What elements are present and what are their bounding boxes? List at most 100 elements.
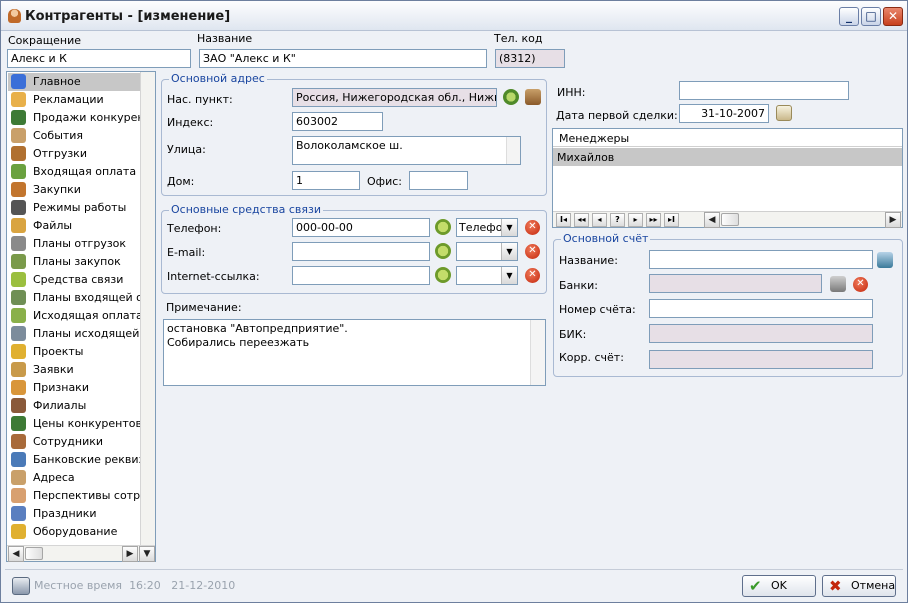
status-divider — [5, 569, 903, 570]
note-label: Примечание: — [166, 301, 242, 314]
phone-handset-icon[interactable] — [435, 219, 451, 235]
bank-building-icon[interactable] — [830, 276, 846, 292]
calendar-icon[interactable] — [776, 105, 792, 121]
phone-input[interactable]: 000-00-00 — [292, 218, 430, 237]
scroll-right-button[interactable]: ▶ — [122, 546, 138, 562]
grid-nav-button[interactable]: ▸ — [628, 213, 643, 227]
section-list-vscroll[interactable] — [140, 72, 155, 545]
section-item[interactable]: Входящая оплата — [8, 163, 141, 181]
name-input[interactable]: ЗАО "Алекс и К" — [199, 49, 487, 68]
chevron-down-icon[interactable]: ▼ — [501, 267, 517, 284]
cancel-button[interactable]: ✖ Отмена — [822, 575, 896, 597]
grid-nav-button[interactable]: ◂ — [592, 213, 607, 227]
section-label: События — [33, 129, 84, 142]
minimize-button[interactable]: _ — [839, 7, 859, 26]
house-input[interactable]: 1 — [292, 171, 360, 190]
section-item[interactable]: Признаки — [8, 379, 141, 397]
chevron-down-icon[interactable]: ▼ — [501, 243, 517, 260]
section-item[interactable]: Заявки — [8, 361, 141, 379]
first-deal-date-input[interactable]: 31-10-2007 — [679, 104, 769, 123]
section-item[interactable]: Банковские реквизиты — [8, 451, 141, 469]
phone-label: Телефон: — [167, 222, 222, 235]
short-name-label: Сокращение — [8, 34, 82, 47]
section-icon — [11, 74, 26, 89]
section-item[interactable]: События — [8, 127, 141, 145]
section-item[interactable]: Сотрудники — [8, 433, 141, 451]
delete-web-icon[interactable]: ✕ — [525, 268, 540, 283]
section-item[interactable]: Проекты — [8, 343, 141, 361]
section-item[interactable]: Средства связи — [8, 271, 141, 289]
grid-nav-button[interactable]: ◂◂ — [574, 213, 589, 227]
managers-grid[interactable]: Менеджеры Михайлов ◀ ▶ I◂ ◂◂ ◂? ▸ ▸▸ ▸I — [552, 128, 903, 228]
section-item[interactable]: Файлы — [8, 217, 141, 235]
section-item[interactable]: Рекламации — [8, 91, 141, 109]
section-item[interactable]: Главное — [8, 73, 141, 91]
banks-input[interactable] — [649, 274, 822, 293]
grid-scroll-left-button[interactable]: ◀ — [704, 212, 720, 228]
section-item[interactable]: Продажи конкурентов — [8, 109, 141, 127]
hscroll-thumb[interactable] — [25, 547, 43, 560]
phone-code-input[interactable]: (8312) — [495, 49, 565, 68]
section-item[interactable]: Планы исходящей оплаты — [8, 325, 141, 343]
email-type-select[interactable]: ▼ — [456, 242, 518, 261]
grid-nav-button[interactable]: ▸▸ — [646, 213, 661, 227]
grid-nav-button[interactable]: ? — [610, 213, 625, 227]
section-list-hscroll[interactable]: ◀ ▶ ▼ — [7, 545, 155, 562]
account-number-input[interactable] — [649, 299, 873, 318]
grid-nav-button[interactable]: ▸I — [664, 213, 679, 227]
phone-type-select[interactable]: Телефон ▼ — [456, 218, 518, 237]
section-item[interactable]: Режимы работы — [8, 199, 141, 217]
index-input[interactable]: 603002 — [292, 112, 383, 131]
ok-button[interactable]: ✔ OK — [742, 575, 816, 597]
web-type-select[interactable]: ▼ — [456, 266, 518, 285]
scroll-left-button[interactable]: ◀ — [8, 546, 24, 562]
note-textarea[interactable]: остановка "Автопредприятие". Собирались … — [163, 319, 546, 386]
app-person-icon — [8, 9, 21, 23]
corr-account-input[interactable] — [649, 350, 873, 369]
delete-bank-icon[interactable]: ✕ — [853, 277, 868, 292]
title-bar[interactable]: Контрагенты - [изменение] _ □ ✕ — [1, 1, 907, 31]
scroll-down-button[interactable]: ▼ — [139, 546, 155, 562]
delete-email-icon[interactable]: ✕ — [525, 244, 540, 259]
bank-lookup-icon[interactable] — [877, 252, 893, 268]
section-item[interactable]: Праздники — [8, 505, 141, 523]
street-input[interactable]: Волоколамское ш. — [292, 136, 521, 165]
account-name-input[interactable] — [649, 250, 873, 269]
chevron-down-icon[interactable]: ▼ — [501, 219, 517, 236]
locality-input[interactable]: Россия, Нижегородская обл., Нижний — [292, 88, 497, 107]
close-button[interactable]: ✕ — [883, 7, 903, 26]
house-icon[interactable] — [525, 89, 541, 105]
section-item[interactable]: Отгрузки — [8, 145, 141, 163]
web-handset-icon[interactable] — [435, 267, 451, 283]
street-scroll[interactable] — [506, 137, 520, 164]
section-item[interactable]: Планы закупок — [8, 253, 141, 271]
calendar-status-icon[interactable] — [12, 577, 30, 595]
note-scroll[interactable] — [530, 320, 545, 385]
delete-phone-icon[interactable]: ✕ — [525, 220, 540, 235]
section-item[interactable]: Исходящая оплата — [8, 307, 141, 325]
inn-input[interactable] — [679, 81, 849, 100]
section-item[interactable]: Цены конкурентов — [8, 415, 141, 433]
web-link-input[interactable] — [292, 266, 430, 285]
section-item[interactable]: Перспективы сотрудничества — [8, 487, 141, 505]
managers-header[interactable]: Менеджеры — [553, 129, 902, 147]
section-item[interactable]: Филиалы — [8, 397, 141, 415]
email-input[interactable] — [292, 242, 430, 261]
banks-label: Банки: — [559, 279, 598, 292]
section-icon — [11, 272, 26, 287]
refresh-locality-icon[interactable] — [503, 89, 519, 105]
grid-scroll-right-button[interactable]: ▶ — [885, 212, 901, 228]
section-item[interactable]: Закупки — [8, 181, 141, 199]
email-handset-icon[interactable] — [435, 243, 451, 259]
office-input[interactable] — [409, 171, 468, 190]
grid-nav-button[interactable]: I◂ — [556, 213, 571, 227]
grid-hscroll-thumb[interactable] — [721, 213, 739, 226]
section-item[interactable]: Адреса — [8, 469, 141, 487]
section-item[interactable]: Планы входящей оплаты — [8, 289, 141, 307]
bik-input[interactable] — [649, 324, 873, 343]
manager-row[interactable]: Михайлов — [553, 148, 902, 166]
short-name-input[interactable]: Алекс и К — [7, 49, 191, 68]
section-item[interactable]: Оборудование — [8, 523, 141, 541]
maximize-button[interactable]: □ — [861, 7, 881, 26]
section-item[interactable]: Планы отгрузок — [8, 235, 141, 253]
